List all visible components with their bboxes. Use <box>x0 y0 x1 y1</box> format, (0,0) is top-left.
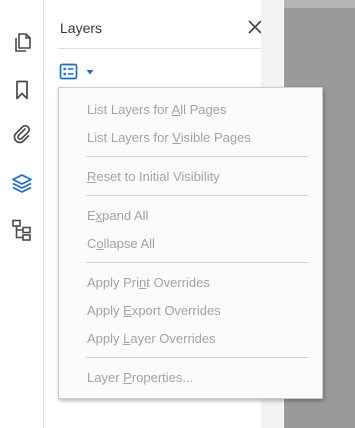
menu-item-apply-export-overrides[interactable]: Apply Export Overrides <box>87 303 221 318</box>
layers-button[interactable] <box>6 167 37 198</box>
menu-item-list-layers-visible-pages[interactable]: List Layers for Visible Pages <box>87 130 251 145</box>
layer-options-button[interactable] <box>59 61 97 83</box>
attachments-button[interactable] <box>6 118 37 149</box>
menu-item-apply-print-overrides[interactable]: Apply Print Overrides <box>87 275 210 290</box>
document-area-top-edge <box>284 0 355 8</box>
page-thumbnails-button[interactable] <box>6 26 37 57</box>
menu-separator <box>86 156 309 157</box>
menu-item-reset-initial-visibility[interactable]: Reset to Initial Visibility <box>87 169 220 184</box>
pages-icon <box>14 32 31 52</box>
menu-item-collapse-all[interactable]: Collapse All <box>87 236 155 251</box>
layer-options-menu: List Layers for All Pages List Layers fo… <box>58 87 323 399</box>
bookmarks-button[interactable] <box>6 74 37 105</box>
menu-item-expand-all[interactable]: Expand All <box>87 208 148 223</box>
content-structure-button[interactable] <box>6 214 37 245</box>
attachment-icon <box>13 124 30 143</box>
panel-title: Layers <box>60 20 103 36</box>
menu-item-layer-properties[interactable]: Layer Properties... <box>87 370 193 385</box>
chevron-down-icon <box>86 70 94 75</box>
close-icon <box>248 20 262 34</box>
menu-item-list-layers-all-pages[interactable]: List Layers for All Pages <box>87 102 226 117</box>
panel-divider <box>58 48 270 49</box>
menu-item-apply-layer-overrides[interactable]: Apply Layer Overrides <box>87 331 216 346</box>
navigation-rail <box>0 0 44 428</box>
menu-separator <box>86 262 309 263</box>
layer-options-icon <box>59 63 78 80</box>
structure-tree-icon <box>11 219 31 241</box>
bookmark-icon <box>15 80 28 99</box>
menu-separator <box>86 357 309 358</box>
layers-icon <box>11 173 32 193</box>
menu-separator <box>86 195 309 196</box>
